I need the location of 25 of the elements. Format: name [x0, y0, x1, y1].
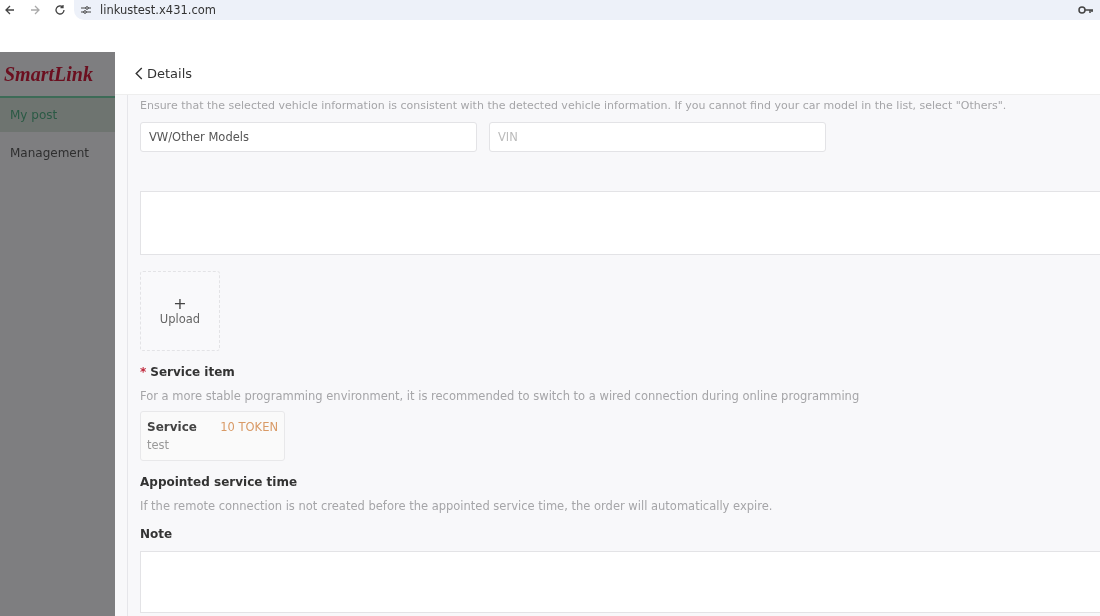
required-mark: *: [140, 365, 147, 379]
upload-label: Upload: [159, 312, 201, 326]
chevron-left-icon: [135, 66, 143, 80]
key-icon[interactable]: [1078, 5, 1094, 15]
input-field[interactable]: VIN: [489, 122, 826, 152]
hint-text: If the remote connection is not created before the appointed service time, the order will automatically expire.: [140, 499, 774, 513]
url-text: linkustest.x431.com: [100, 3, 216, 17]
service-name: Service: [147, 420, 197, 434]
section-label: Appointed service time: [140, 475, 299, 489]
upload-area[interactable]: + Upload: [140, 271, 220, 351]
service-price: 10 TOKEN: [220, 420, 278, 434]
section-label: Note: [140, 527, 174, 541]
service-description: test: [147, 438, 171, 452]
service-card[interactable]: Service 10 TOKEN test: [140, 411, 285, 461]
back-button[interactable]: Details: [135, 65, 193, 81]
hint-text: For a more stable programming environment, it is recommended to switch to a wired connection during online programming: [140, 389, 861, 403]
plus-icon: +: [173, 296, 187, 312]
back-icon[interactable]: [4, 4, 16, 16]
note-field[interactable]: [140, 551, 1100, 613]
reload-icon[interactable]: [54, 4, 66, 16]
site-settings-icon[interactable]: [80, 4, 92, 16]
hint-text: Ensure that the selected vehicle information is consistent with the detected vehicle information. If you cannot find your car model in the list, select "Others".: [140, 99, 1008, 113]
section-label: * Service item: [140, 365, 236, 379]
address-bar[interactable]: linkustest.x431.com: [74, 0, 1100, 20]
input-field[interactable]: VW/Other Models: [140, 122, 477, 152]
